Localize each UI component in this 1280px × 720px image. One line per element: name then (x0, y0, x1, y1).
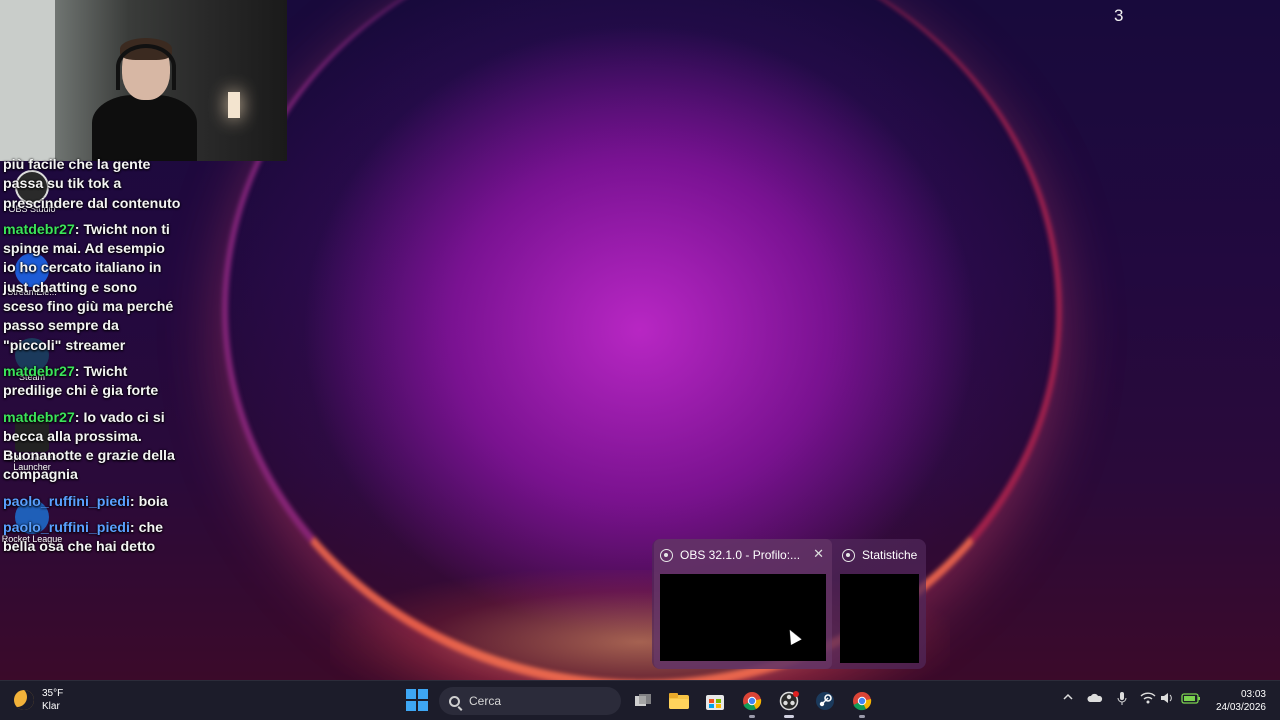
taskbar: 35°F Klar Cerca 03:03 24/03/2026 (0, 680, 1280, 720)
search-icon (449, 695, 460, 707)
obs-main-window-thumbnail[interactable]: OBS 32.1.0 - Profilo:... ✕ (654, 539, 832, 669)
weather-description: Klar (42, 701, 60, 712)
task-view-icon (635, 694, 651, 706)
close-icon[interactable]: ✕ (813, 546, 824, 562)
chat-message: paolo_ruffini_piedi: boia (3, 493, 168, 510)
chat-text: boia (138, 493, 168, 510)
microsoft-store-button[interactable] (703, 689, 727, 713)
weather-temperature: 35°F (42, 688, 64, 699)
store-icon (706, 695, 724, 710)
obs-icon (660, 548, 673, 562)
chat-message: paolo_ruffini_piedi: che bella osa che h… (3, 520, 164, 556)
weather-widget[interactable]: 35°F Klar (14, 687, 63, 713)
search-box[interactable]: Cerca (439, 687, 621, 715)
chat-message: matdebr27: Twicht non ti spinge mai. Ad … (3, 221, 174, 354)
chat-username: matdebr27 (3, 363, 75, 380)
window-preview (840, 574, 919, 663)
webcam-overlay (0, 0, 287, 161)
battery-icon[interactable] (1181, 692, 1201, 707)
clock-date: 24/03/2026 (1215, 702, 1266, 713)
chat-overlay: più facile che la gente passa su tik tok… (3, 156, 181, 565)
obs-icon (842, 548, 855, 562)
chat-message: matdebr27: Io vado ci si becca alla pros… (3, 409, 175, 484)
start-button[interactable] (406, 689, 428, 711)
overlay-counter: 3 (1114, 6, 1124, 25)
search-placeholder: Cerca (469, 694, 502, 708)
chevron-up-icon[interactable] (1062, 691, 1074, 706)
file-explorer-button[interactable] (667, 689, 691, 713)
chrome-icon (853, 692, 872, 711)
obs-studio-button[interactable] (777, 689, 801, 718)
chat-username: paolo_ruffini_piedi (3, 520, 130, 537)
thumbnail-title: OBS 32.1.0 - Profilo:... (680, 548, 801, 562)
steam-button[interactable] (813, 689, 837, 713)
task-view-button[interactable] (631, 689, 655, 713)
chat-text: Twicht non ti spinge mai. Ad esempio io … (3, 221, 174, 354)
folder-icon (669, 693, 689, 709)
window-preview (660, 574, 826, 661)
chrome-button[interactable] (850, 689, 874, 718)
chat-message: più facile che la gente passa su tik tok… (3, 156, 181, 214)
thumbnail-title: Statistiche (862, 548, 918, 562)
steam-icon (816, 692, 834, 710)
clock-time: 03:03 (1240, 689, 1266, 700)
obs-stats-window-thumbnail[interactable]: Statistiche (836, 539, 924, 669)
volume-icon[interactable] (1160, 692, 1174, 707)
chrome-button[interactable] (740, 689, 764, 718)
microphone-icon[interactable] (1116, 691, 1128, 710)
wifi-icon[interactable] (1140, 692, 1156, 707)
chat-text: più facile che la gente passa su tik tok… (3, 157, 181, 212)
chat-username: matdebr27 (3, 221, 75, 238)
chat-message: matdebr27: Twicht predilige chi è gia fo… (3, 363, 159, 400)
chrome-icon (743, 692, 762, 711)
obs-icon (779, 691, 799, 711)
chat-username: matdebr27 (3, 409, 75, 426)
system-clock[interactable]: 03:03 24/03/2026 (1216, 688, 1266, 714)
onedrive-icon[interactable] (1087, 692, 1103, 707)
moon-icon (14, 690, 34, 710)
taskbar-thumbnail-popup: OBS 32.1.0 - Profilo:... ✕ Statistiche (652, 539, 926, 669)
chat-username: paolo_ruffini_piedi (3, 493, 130, 510)
